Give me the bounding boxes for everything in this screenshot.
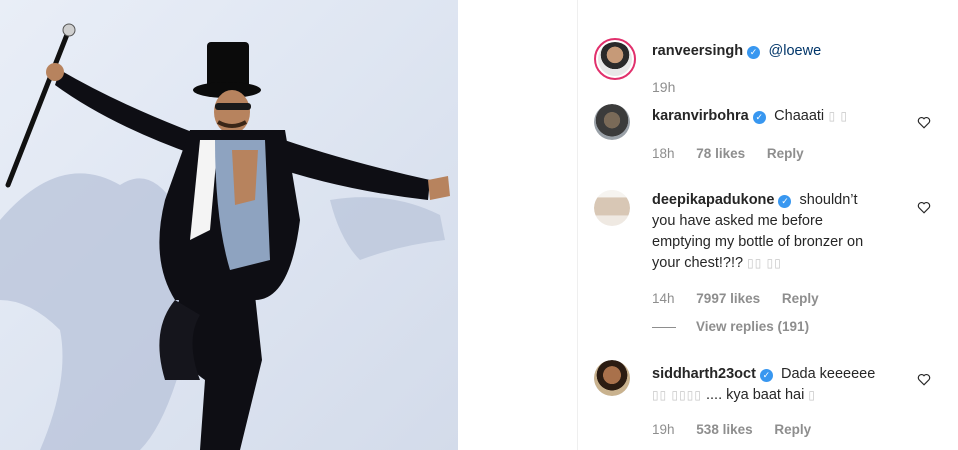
emoji-glyphs: ▯: [808, 388, 816, 402]
comment-text: Chaaati: [774, 108, 825, 124]
emoji-glyphs: ▯ ▯: [828, 109, 849, 123]
view-replies-label: View replies (191): [696, 319, 810, 334]
verified-badge-icon: ✓: [778, 195, 792, 208]
heart-outline-icon[interactable]: [917, 201, 931, 214]
comments-pane: ranveersingh ✓ @loewe 19h karanvirbohra ✓ …: [578, 0, 958, 450]
comment-likes[interactable]: 78 likes: [696, 146, 745, 161]
comment-time[interactable]: 19h: [652, 422, 675, 437]
reply-button[interactable]: Reply: [767, 146, 804, 161]
heart-outline-icon[interactable]: [917, 116, 931, 129]
comment-username[interactable]: karanvirbohra: [652, 108, 749, 124]
comment-meta: 18h 78 likes Reply: [652, 146, 822, 161]
comment-body: siddharth23oct ✓ Dada keeeeee ▯▯ ▯▯▯▯ ...…: [652, 364, 912, 406]
post-photo[interactable]: [0, 0, 458, 450]
comment-text-line1: Dada keeeeee: [780, 366, 876, 382]
replies-dash: [652, 326, 676, 328]
comment-text-line2: .... kya baat hai: [706, 387, 805, 403]
reply-button[interactable]: Reply: [774, 422, 811, 437]
comment-likes[interactable]: 7997 likes: [696, 291, 760, 306]
comment-meta: 14h 7997 likes Reply: [652, 291, 837, 306]
commenter-avatar[interactable]: [594, 360, 630, 396]
comment-body: deepikapadukone ✓ shouldn’t you have aske…: [652, 190, 912, 274]
view-replies-button[interactable]: View replies (191): [652, 319, 809, 334]
comment-text-line1: shouldn’t: [799, 192, 858, 208]
emoji-glyphs: ▯▯ ▯▯▯▯: [652, 388, 702, 402]
comment-text-line4: your chest!?!?: [652, 255, 744, 271]
emoji-glyphs: ▯▯ ▯▯: [747, 256, 782, 270]
comment-time[interactable]: 18h: [652, 146, 675, 161]
comment-username[interactable]: deepikapadukone: [652, 192, 774, 208]
author-avatar[interactable]: [594, 38, 636, 80]
comment-body: karanvirbohra ✓ Chaaati ▯ ▯: [652, 106, 848, 127]
verified-badge-icon: ✓: [752, 111, 766, 124]
commenter-avatar[interactable]: [594, 190, 630, 226]
heart-outline-icon[interactable]: [917, 373, 931, 386]
post-image-illustration: [0, 23, 450, 450]
caption-mention[interactable]: @loewe: [769, 43, 822, 59]
comment-time[interactable]: 14h: [652, 291, 675, 306]
verified-badge-icon: ✓: [747, 46, 761, 59]
comment-text-line2: you have asked me before: [652, 213, 823, 229]
comment-meta: 19h 538 likes Reply: [652, 422, 829, 437]
verified-badge-icon: ✓: [759, 369, 773, 382]
post-timestamp[interactable]: 19h: [652, 79, 675, 95]
commenter-avatar[interactable]: [594, 104, 630, 140]
media-gutter: [458, 0, 578, 450]
comment-text-line3: emptying my bottle of bronzer on: [652, 234, 864, 250]
comment-likes[interactable]: 538 likes: [696, 422, 752, 437]
author-username[interactable]: ranveersingh: [652, 43, 743, 59]
reply-button[interactable]: Reply: [782, 291, 819, 306]
comment-username[interactable]: siddharth23oct: [652, 366, 756, 382]
